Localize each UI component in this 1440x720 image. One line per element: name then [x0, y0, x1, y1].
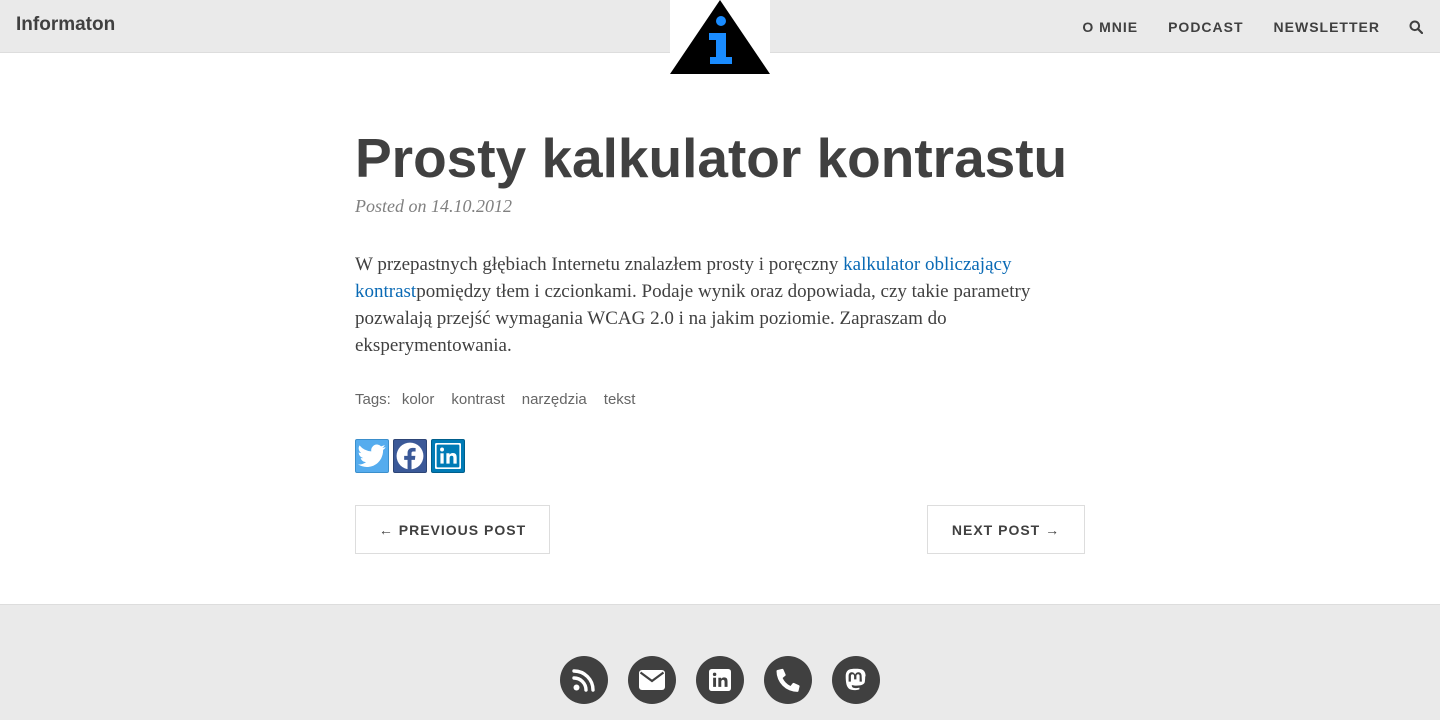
tag-link-tekst[interactable]: tekst	[603, 391, 637, 408]
previous-post-button[interactable]: ← PREVIOUS POST	[355, 505, 550, 554]
facebook-icon	[396, 442, 424, 470]
tag-link-narzedzia[interactable]: narzędzia	[521, 391, 588, 408]
post-meta: Posted on 14.10.2012	[355, 196, 512, 216]
share-buttons	[355, 439, 1085, 473]
twitter-icon	[358, 444, 386, 467]
brand-link[interactable]: Informaton	[16, 14, 115, 36]
tag-link-kontrast[interactable]: kontrast	[450, 391, 505, 408]
phone-icon	[776, 668, 800, 692]
share-twitter-button[interactable]	[355, 439, 389, 473]
post-title: Prosty kalkulator kontrastu	[355, 127, 1068, 189]
post: Prosty kalkulator kontrastu Posted on 14…	[355, 124, 1085, 473]
info-logo-icon	[670, 0, 770, 74]
footer-phone-link[interactable]	[764, 656, 812, 704]
footer-social-links	[560, 656, 880, 704]
post-pager: ← PREVIOUS POST NEXT POST →	[355, 505, 1085, 554]
next-post-button[interactable]: NEXT POST →	[927, 505, 1085, 554]
search-button[interactable]	[1408, 19, 1424, 35]
mastodon-icon	[845, 668, 866, 691]
footer-email-link[interactable]	[628, 656, 676, 704]
tag-link-kolor[interactable]: kolor	[401, 391, 436, 408]
nav-link-o-mnie[interactable]: O MNIE	[1082, 19, 1138, 35]
nav-link-newsletter[interactable]: NEWSLETTER	[1274, 19, 1380, 35]
site-logo[interactable]	[670, 0, 770, 76]
tags: Tags: kolor kontrast narzędzia tekst	[355, 391, 1085, 408]
search-icon	[1409, 20, 1423, 34]
footer-linkedin-link[interactable]	[696, 656, 744, 704]
footer-mastodon-link[interactable]	[832, 656, 880, 704]
footer	[0, 604, 1440, 720]
nav-links: O MNIE PODCAST NEWSLETTER	[1082, 0, 1440, 53]
nav-link-podcast[interactable]: PODCAST	[1168, 19, 1243, 35]
post-body: W przepastnych głębiach Internetu znalaz…	[355, 251, 1085, 359]
rss-icon	[572, 669, 595, 692]
email-icon	[639, 670, 665, 690]
linkedin-icon	[435, 443, 461, 469]
tags-label: Tags:	[355, 391, 391, 408]
share-linkedin-button[interactable]	[431, 439, 465, 473]
post-body-text-1: W przepastnych głębiach Internetu znalaz…	[355, 254, 844, 275]
footer-rss-link[interactable]	[560, 656, 608, 704]
post-body-text-2: pomiędzy tłem i czcionkami. Podaje wynik…	[355, 281, 1031, 356]
linkedin-icon	[709, 669, 731, 691]
navbar: Informaton O MNIE PODCAST NEWSLETTER	[0, 0, 1440, 76]
share-facebook-button[interactable]	[393, 439, 427, 473]
